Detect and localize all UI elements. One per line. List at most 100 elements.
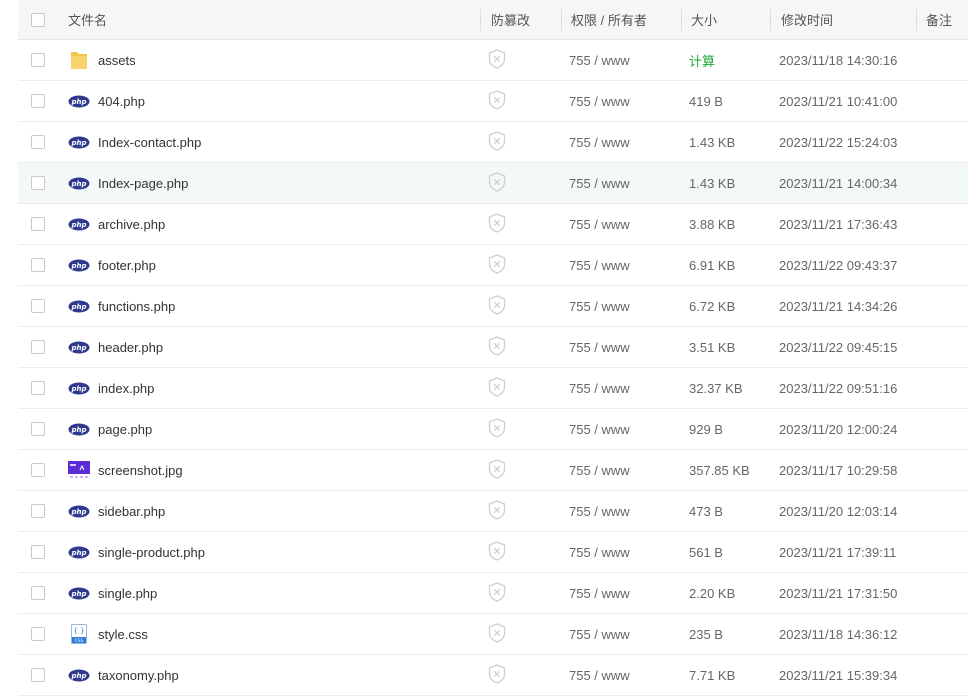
note-cell[interactable] bbox=[926, 163, 966, 203]
file-name[interactable]: taxonomy.php bbox=[98, 668, 179, 683]
table-row[interactable]: php Index-contact.php 755 / www 1.43 KB 2023… bbox=[18, 122, 968, 163]
row-checkbox-cell[interactable] bbox=[31, 245, 47, 285]
permission-owner[interactable]: 755 / www bbox=[569, 368, 679, 408]
file-name[interactable]: sidebar.php bbox=[98, 504, 165, 519]
shield-icon[interactable] bbox=[488, 212, 506, 236]
shield-icon[interactable] bbox=[488, 253, 506, 277]
file-name[interactable]: Index-page.php bbox=[98, 176, 188, 191]
row-checkbox-cell[interactable] bbox=[31, 368, 47, 408]
column-divider[interactable] bbox=[561, 9, 562, 31]
table-row[interactable]: php taxonomy.php 755 / www 7.71 KB 2023/11/2… bbox=[18, 655, 968, 696]
protect-cell[interactable] bbox=[488, 491, 548, 531]
row-checkbox[interactable] bbox=[31, 176, 45, 190]
shield-icon[interactable] bbox=[488, 417, 506, 441]
note-cell[interactable] bbox=[926, 614, 966, 654]
shield-icon[interactable] bbox=[488, 171, 506, 195]
permission-owner[interactable]: 755 / www bbox=[569, 286, 679, 326]
table-row[interactable]: php sidebar.php 755 / www 473 B 2023/11/20 1… bbox=[18, 491, 968, 532]
note-cell[interactable] bbox=[926, 327, 966, 367]
permission-owner[interactable]: 755 / www bbox=[569, 122, 679, 162]
note-cell[interactable] bbox=[926, 286, 966, 326]
table-row[interactable]: php single.php 755 / www 2.20 KB 2023/11/21 … bbox=[18, 573, 968, 614]
permission-owner[interactable]: 755 / www bbox=[569, 573, 679, 613]
file-name[interactable]: style.css bbox=[98, 627, 148, 642]
row-checkbox[interactable] bbox=[31, 135, 45, 149]
shield-icon[interactable] bbox=[488, 335, 506, 359]
note-cell[interactable] bbox=[926, 40, 966, 80]
file-name-cell[interactable]: php functions.php bbox=[68, 286, 478, 326]
file-name-cell[interactable]: php archive.php bbox=[68, 204, 478, 244]
protect-cell[interactable] bbox=[488, 409, 548, 449]
shield-icon[interactable] bbox=[488, 294, 506, 318]
row-checkbox[interactable] bbox=[31, 545, 45, 559]
table-row[interactable]: php header.php 755 / www 3.51 KB 2023/11/22 … bbox=[18, 327, 968, 368]
protect-cell[interactable] bbox=[488, 163, 548, 203]
protect-cell[interactable] bbox=[488, 204, 548, 244]
row-checkbox[interactable] bbox=[31, 422, 45, 436]
file-name-cell[interactable]: php taxonomy.php bbox=[68, 655, 478, 695]
shield-icon[interactable] bbox=[488, 540, 506, 564]
table-row[interactable]: php single-product.php 755 / www 561 B 2023/… bbox=[18, 532, 968, 573]
protect-cell[interactable] bbox=[488, 655, 548, 695]
permission-owner[interactable]: 755 / www bbox=[569, 245, 679, 285]
file-name[interactable]: page.php bbox=[98, 422, 152, 437]
file-name-cell[interactable]: php footer.php bbox=[68, 245, 478, 285]
file-name-cell[interactable]: php single.php bbox=[68, 573, 478, 613]
note-cell[interactable] bbox=[926, 81, 966, 121]
row-checkbox[interactable] bbox=[31, 586, 45, 600]
column-header-mtime[interactable]: 修改时间 bbox=[781, 0, 921, 39]
shield-icon[interactable] bbox=[488, 376, 506, 400]
note-cell[interactable] bbox=[926, 532, 966, 572]
permission-owner[interactable]: 755 / www bbox=[569, 204, 679, 244]
row-checkbox[interactable] bbox=[31, 94, 45, 108]
file-name[interactable]: header.php bbox=[98, 340, 163, 355]
protect-cell[interactable] bbox=[488, 286, 548, 326]
note-cell[interactable] bbox=[926, 122, 966, 162]
note-cell[interactable] bbox=[926, 368, 966, 408]
permission-owner[interactable]: 755 / www bbox=[569, 655, 679, 695]
protect-cell[interactable] bbox=[488, 614, 548, 654]
shield-icon[interactable] bbox=[488, 48, 506, 72]
protect-cell[interactable] bbox=[488, 245, 548, 285]
file-name[interactable]: footer.php bbox=[98, 258, 156, 273]
row-checkbox[interactable] bbox=[31, 53, 45, 67]
row-checkbox-cell[interactable] bbox=[31, 532, 47, 572]
file-name-cell[interactable]: php index.php bbox=[68, 368, 478, 408]
row-checkbox-cell[interactable] bbox=[31, 163, 47, 203]
table-row[interactable]: php footer.php 755 / www 6.91 KB 2023/11/22 … bbox=[18, 245, 968, 286]
row-checkbox-cell[interactable] bbox=[31, 204, 47, 244]
column-divider[interactable] bbox=[480, 9, 481, 31]
shield-icon[interactable] bbox=[488, 458, 506, 482]
file-name-cell[interactable]: php 404.php bbox=[68, 81, 478, 121]
row-checkbox[interactable] bbox=[31, 504, 45, 518]
shield-icon[interactable] bbox=[488, 622, 506, 646]
protect-cell[interactable] bbox=[488, 40, 548, 80]
row-checkbox-cell[interactable] bbox=[31, 450, 47, 490]
file-name-cell[interactable]: screenshot.jpg bbox=[68, 450, 478, 490]
note-cell[interactable] bbox=[926, 245, 966, 285]
permission-owner[interactable]: 755 / www bbox=[569, 532, 679, 572]
file-name[interactable]: 404.php bbox=[98, 94, 145, 109]
protect-cell[interactable] bbox=[488, 81, 548, 121]
note-cell[interactable] bbox=[926, 491, 966, 531]
row-checkbox[interactable] bbox=[31, 627, 45, 641]
row-checkbox-cell[interactable] bbox=[31, 573, 47, 613]
select-all-checkbox[interactable] bbox=[31, 12, 45, 27]
permission-owner[interactable]: 755 / www bbox=[569, 450, 679, 490]
shield-icon[interactable] bbox=[488, 581, 506, 605]
shield-icon[interactable] bbox=[488, 663, 506, 687]
row-checkbox[interactable] bbox=[31, 217, 45, 231]
row-checkbox[interactable] bbox=[31, 463, 45, 477]
file-name-cell[interactable]: php sidebar.php bbox=[68, 491, 478, 531]
shield-icon[interactable] bbox=[488, 499, 506, 523]
permission-owner[interactable]: 755 / www bbox=[569, 81, 679, 121]
row-checkbox-cell[interactable] bbox=[31, 122, 47, 162]
row-checkbox[interactable] bbox=[31, 340, 45, 354]
permission-owner[interactable]: 755 / www bbox=[569, 491, 679, 531]
protect-cell[interactable] bbox=[488, 368, 548, 408]
note-cell[interactable] bbox=[926, 409, 966, 449]
protect-cell[interactable] bbox=[488, 122, 548, 162]
file-name[interactable]: archive.php bbox=[98, 217, 165, 232]
column-header-filename[interactable]: 文件名 bbox=[68, 0, 478, 39]
note-cell[interactable] bbox=[926, 204, 966, 244]
